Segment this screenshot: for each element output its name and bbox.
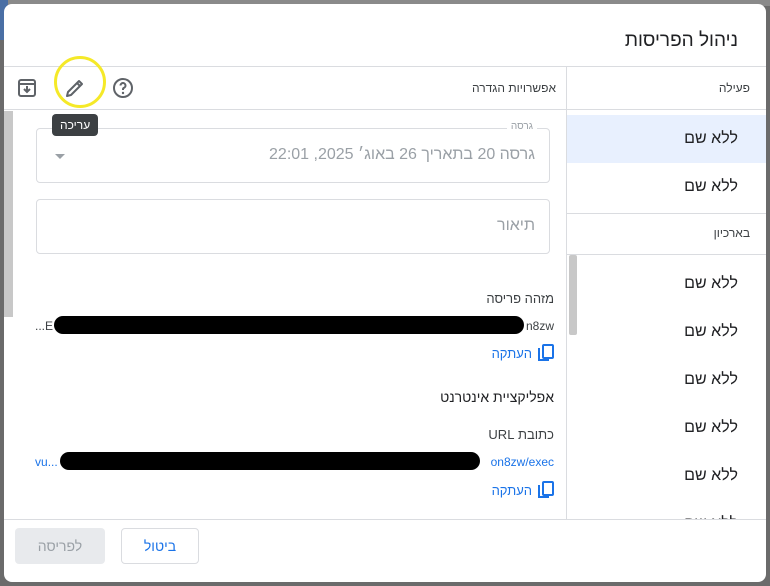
help-circle-icon[interactable] bbox=[111, 76, 135, 100]
dialog-title: ניהול הפריסות bbox=[624, 30, 738, 51]
edit-tooltip: עריכה bbox=[52, 114, 99, 136]
version-label: גרסה bbox=[506, 121, 537, 132]
sidebar-item-archive-1[interactable]: ללא שם bbox=[567, 260, 766, 308]
divider bbox=[567, 109, 766, 110]
version-value: גרסה 20 בתאריך 26 באוג׳ 2025, 22:01 bbox=[269, 146, 535, 163]
redaction-mark bbox=[60, 452, 480, 470]
chevron-down-icon bbox=[55, 154, 65, 159]
main-scrollbar[interactable] bbox=[4, 111, 13, 317]
sidebar-item-active-2[interactable]: ללא שם bbox=[567, 163, 766, 211]
divider bbox=[567, 254, 766, 255]
divider bbox=[567, 213, 766, 214]
deployment-id-start: E... bbox=[35, 319, 54, 333]
section-title: אפשרויות הגדרה bbox=[472, 81, 556, 95]
copy-icon bbox=[538, 344, 554, 361]
copy-icon bbox=[538, 481, 554, 498]
redaction-mark bbox=[54, 316, 524, 334]
sidebar-scrollbar[interactable] bbox=[569, 255, 577, 335]
annotation-circle bbox=[54, 56, 106, 108]
cancel-button[interactable]: ביטול bbox=[121, 528, 199, 564]
url-label: כתובת URL bbox=[488, 427, 554, 442]
sidebar-item-archive-3[interactable]: ללא שם bbox=[567, 356, 766, 404]
sidebar-item-archive-4[interactable]: ללא שם bbox=[567, 404, 766, 452]
copy-deployment-id-button[interactable]: העתקה bbox=[492, 344, 554, 362]
sidebar-item-archive-2[interactable]: ללא שם bbox=[567, 308, 766, 356]
archive-header: בארכיון bbox=[713, 226, 750, 240]
version-select[interactable]: גרסה גרסה 20 בתאריך 26 באוג׳ 2025, 22:01 bbox=[36, 121, 550, 183]
deployments-sidebar: פעילה ללא שם ללא שם בארכיון ללא שם ללא ש… bbox=[566, 67, 766, 519]
copy-url-button[interactable]: העתקה bbox=[492, 481, 554, 499]
sidebar-item-archive-5[interactable]: ללא שם bbox=[567, 452, 766, 500]
description-input[interactable]: תיאור bbox=[36, 199, 550, 254]
copy-label: העתקה bbox=[491, 482, 532, 498]
active-header: פעילה bbox=[718, 81, 750, 95]
web-app-title: אפליקציית אינטרנט bbox=[440, 389, 554, 405]
description-placeholder: תיאור bbox=[497, 217, 535, 234]
divider bbox=[4, 109, 566, 110]
manage-deployments-dialog: ניהול הפריסות פעילה ללא שם ללא שם בארכיו… bbox=[4, 4, 766, 582]
copy-label: העתקה bbox=[491, 345, 532, 361]
sidebar-item-active-1[interactable]: ללא שם bbox=[567, 115, 766, 163]
sidebar-item-archive-6[interactable]: ללא שם bbox=[567, 500, 766, 519]
archive-icon[interactable] bbox=[15, 76, 39, 100]
url-start[interactable]: ...vu bbox=[35, 455, 58, 469]
divider bbox=[4, 519, 766, 520]
deploy-button[interactable]: לפריסה bbox=[15, 528, 105, 564]
url-end[interactable]: on8zw/exec bbox=[491, 455, 554, 469]
deployment-id-end: n8zw bbox=[525, 319, 554, 333]
deployment-id-label: מזהה פריסה bbox=[486, 291, 554, 306]
